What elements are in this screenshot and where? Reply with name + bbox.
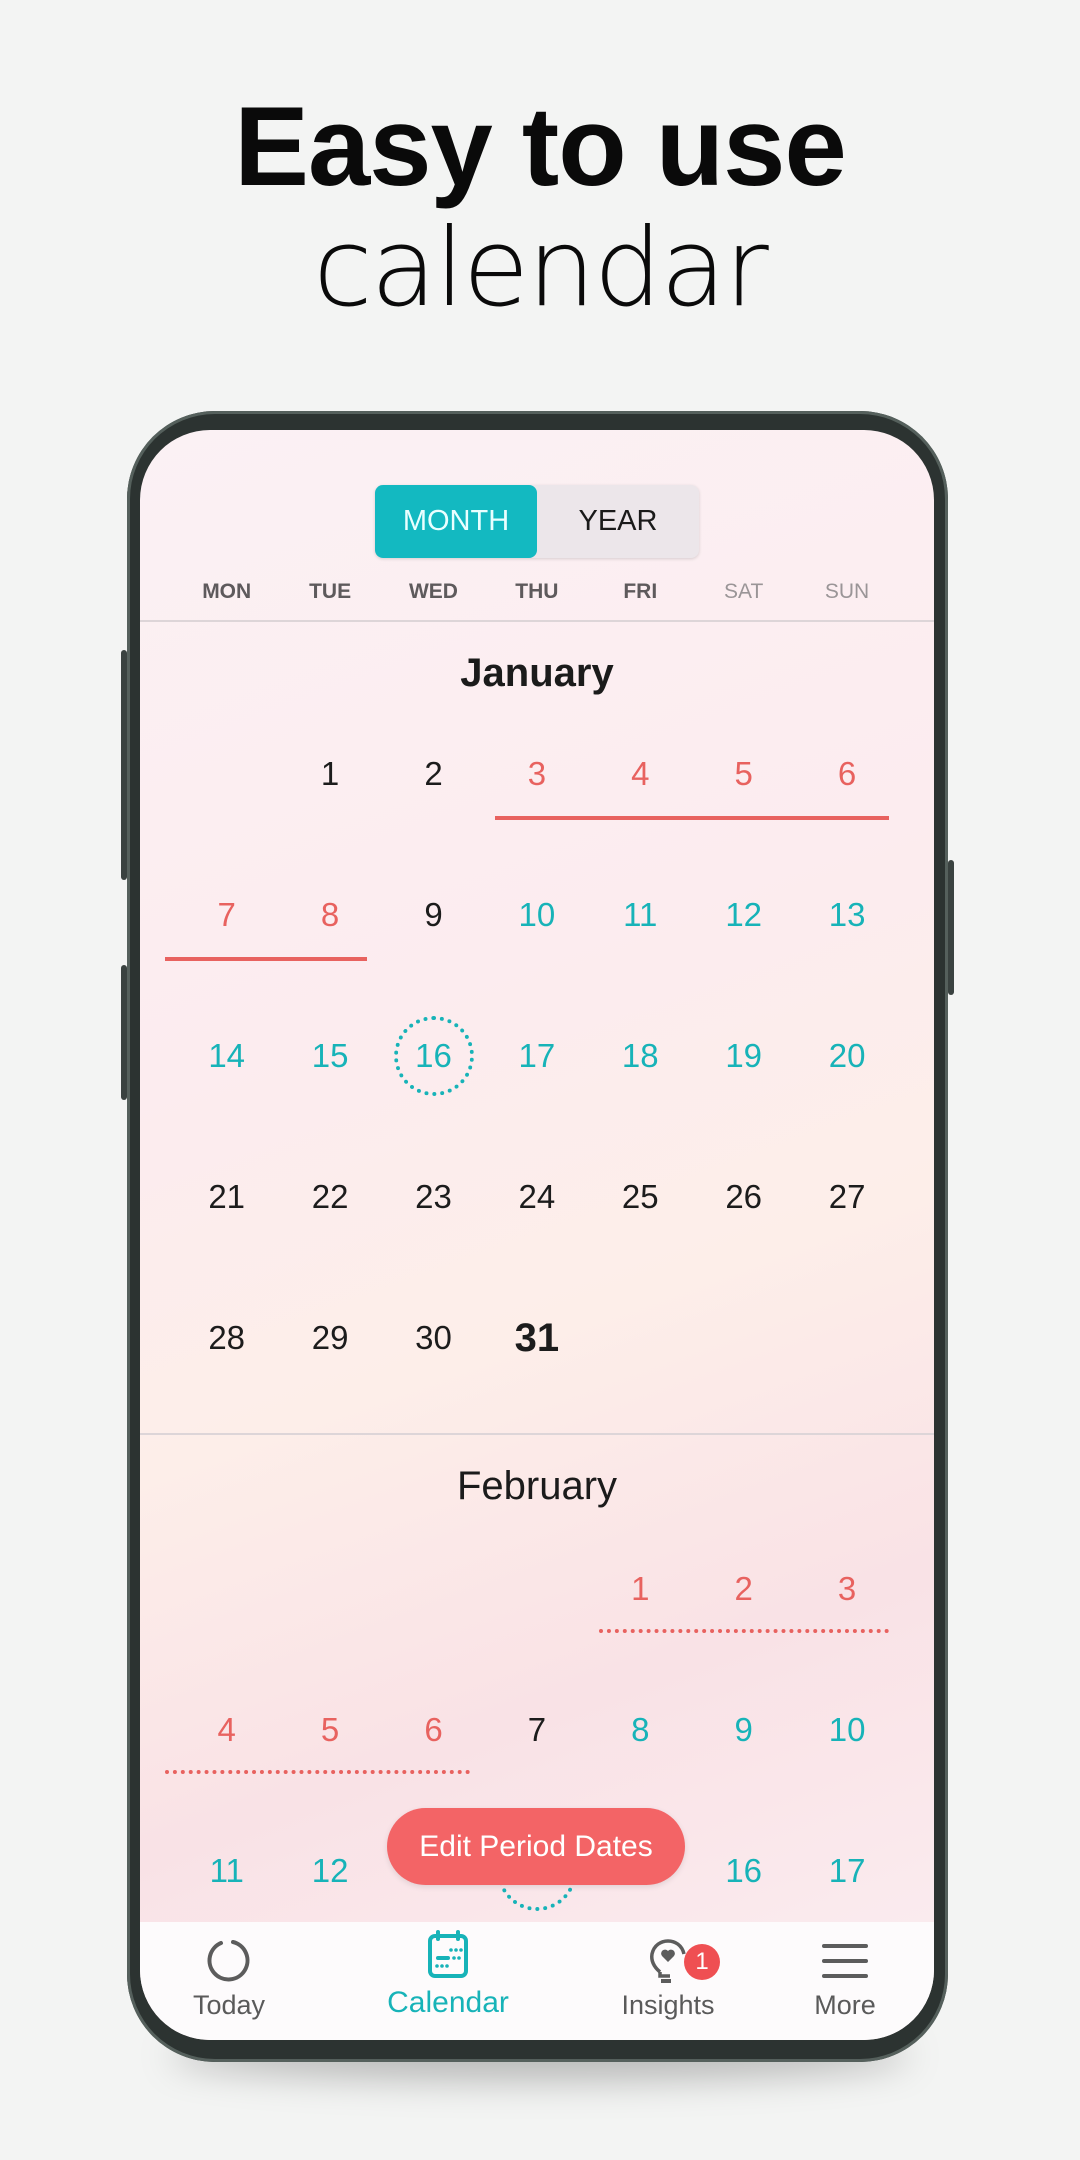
calendar-day[interactable]: 3 <box>485 754 588 794</box>
bottom-nav: Today Calendar 1 Insights More <box>140 1922 934 2040</box>
tab-month[interactable]: MONTH <box>375 485 537 558</box>
insights-badge: 1 <box>684 1944 720 1980</box>
calendar-day[interactable]: 19 <box>692 1036 795 1076</box>
calendar-day[interactable]: 21 <box>175 1177 278 1217</box>
phone-power-button <box>948 860 954 995</box>
calendar-day[interactable]: 15 <box>278 1036 381 1076</box>
headline-title: Easy to use <box>234 84 847 209</box>
headline-subtitle: calendar <box>313 206 769 331</box>
nav-insights-label: Insights <box>621 1990 715 2020</box>
calendar-day[interactable]: 1 <box>589 1569 692 1609</box>
calendar-day[interactable]: 11 <box>175 1851 278 1891</box>
calendar-day[interactable]: 7 <box>175 895 278 935</box>
weekday-fri: FRI <box>623 580 658 603</box>
month-divider <box>140 1433 934 1435</box>
calendar-day[interactable]: 12 <box>278 1851 381 1891</box>
calendar-day[interactable]: 31 <box>485 1318 588 1358</box>
weekday-sun: SUN <box>824 580 870 603</box>
calendar-day[interactable]: 8 <box>278 895 381 935</box>
calendar-day[interactable]: 8 <box>589 1710 692 1750</box>
calendar-day[interactable]: 10 <box>795 1710 898 1750</box>
phone-side-button <box>121 650 127 880</box>
calendar-day[interactable]: 28 <box>175 1318 278 1358</box>
calendar-day[interactable]: 30 <box>382 1318 485 1358</box>
calendar-day[interactable]: 20 <box>795 1036 898 1076</box>
period-underline <box>165 957 367 961</box>
ring-icon <box>207 1940 250 1982</box>
menu-icon <box>822 1944 868 1978</box>
calendar-day[interactable]: 22 <box>278 1177 381 1217</box>
weekday-thu: THU <box>515 580 559 603</box>
period-underline <box>495 816 889 820</box>
calendar-day[interactable]: 12 <box>692 895 795 935</box>
calendar-day[interactable]: 9 <box>382 895 485 935</box>
calendar-day[interactable]: 1 <box>278 754 381 794</box>
app-screen: MONTH YEAR MON TUE WED THU FRI SAT SUN January… <box>140 430 934 2040</box>
period-underline <box>165 1770 471 1774</box>
calendar-day[interactable]: 2 <box>382 754 485 794</box>
calendar-icon <box>428 1930 468 1978</box>
calendar-day[interactable]: 7 <box>485 1710 588 1750</box>
calendar-day[interactable]: 13 <box>795 895 898 935</box>
nav-calendar-label: Calendar <box>387 1986 509 2019</box>
calendar-day[interactable]: 4 <box>589 754 692 794</box>
calendar-day[interactable]: 29 <box>278 1318 381 1358</box>
calendar-day[interactable]: 9 <box>692 1710 795 1750</box>
calendar-day[interactable]: 10 <box>485 895 588 935</box>
calendar-day[interactable]: 16 <box>382 1036 485 1076</box>
phone-side-button <box>121 965 127 1100</box>
month-title: February <box>456 1464 618 1508</box>
calendar-day[interactable]: 23 <box>382 1177 485 1217</box>
calendar-day[interactable]: 26 <box>692 1177 795 1217</box>
calendar-day[interactable]: 18 <box>589 1036 692 1076</box>
weekday-mon: MON <box>202 580 252 603</box>
nav-today-label: Today <box>192 1990 266 2020</box>
calendar-day[interactable]: 11 <box>589 895 692 935</box>
calendar-day[interactable]: 4 <box>175 1710 278 1750</box>
tab-year[interactable]: YEAR <box>537 485 699 558</box>
edit-period-dates-button[interactable]: Edit Period Dates <box>387 1808 685 1885</box>
view-toggle: MONTH YEAR <box>375 485 699 558</box>
calendar-day[interactable]: 17 <box>485 1036 588 1076</box>
calendar-day[interactable]: 16 <box>692 1851 795 1891</box>
month-title: January <box>460 651 614 695</box>
calendar-day[interactable]: 2 <box>692 1569 795 1609</box>
calendar-day[interactable]: 27 <box>795 1177 898 1217</box>
calendar-day[interactable]: 3 <box>795 1569 898 1609</box>
calendar-day[interactable]: 14 <box>175 1036 278 1076</box>
weekday-tue: TUE <box>309 580 352 603</box>
weekday-wed: WED <box>408 580 458 603</box>
calendar-day[interactable]: 6 <box>795 754 898 794</box>
calendar-day[interactable]: 24 <box>485 1177 588 1217</box>
calendar-day[interactable]: 25 <box>589 1177 692 1217</box>
weekday-header: MON TUE WED THU FRI SAT SUN <box>175 580 899 610</box>
calendar-day[interactable]: 17 <box>795 1851 898 1891</box>
header-divider <box>140 620 934 622</box>
period-underline <box>598 1629 889 1633</box>
weekday-sat: SAT <box>724 580 764 603</box>
calendar-day[interactable]: 6 <box>382 1710 485 1750</box>
calendar-day[interactable]: 5 <box>278 1710 381 1750</box>
nav-more-label: More <box>814 1990 876 2020</box>
calendar-day[interactable]: 5 <box>692 754 795 794</box>
